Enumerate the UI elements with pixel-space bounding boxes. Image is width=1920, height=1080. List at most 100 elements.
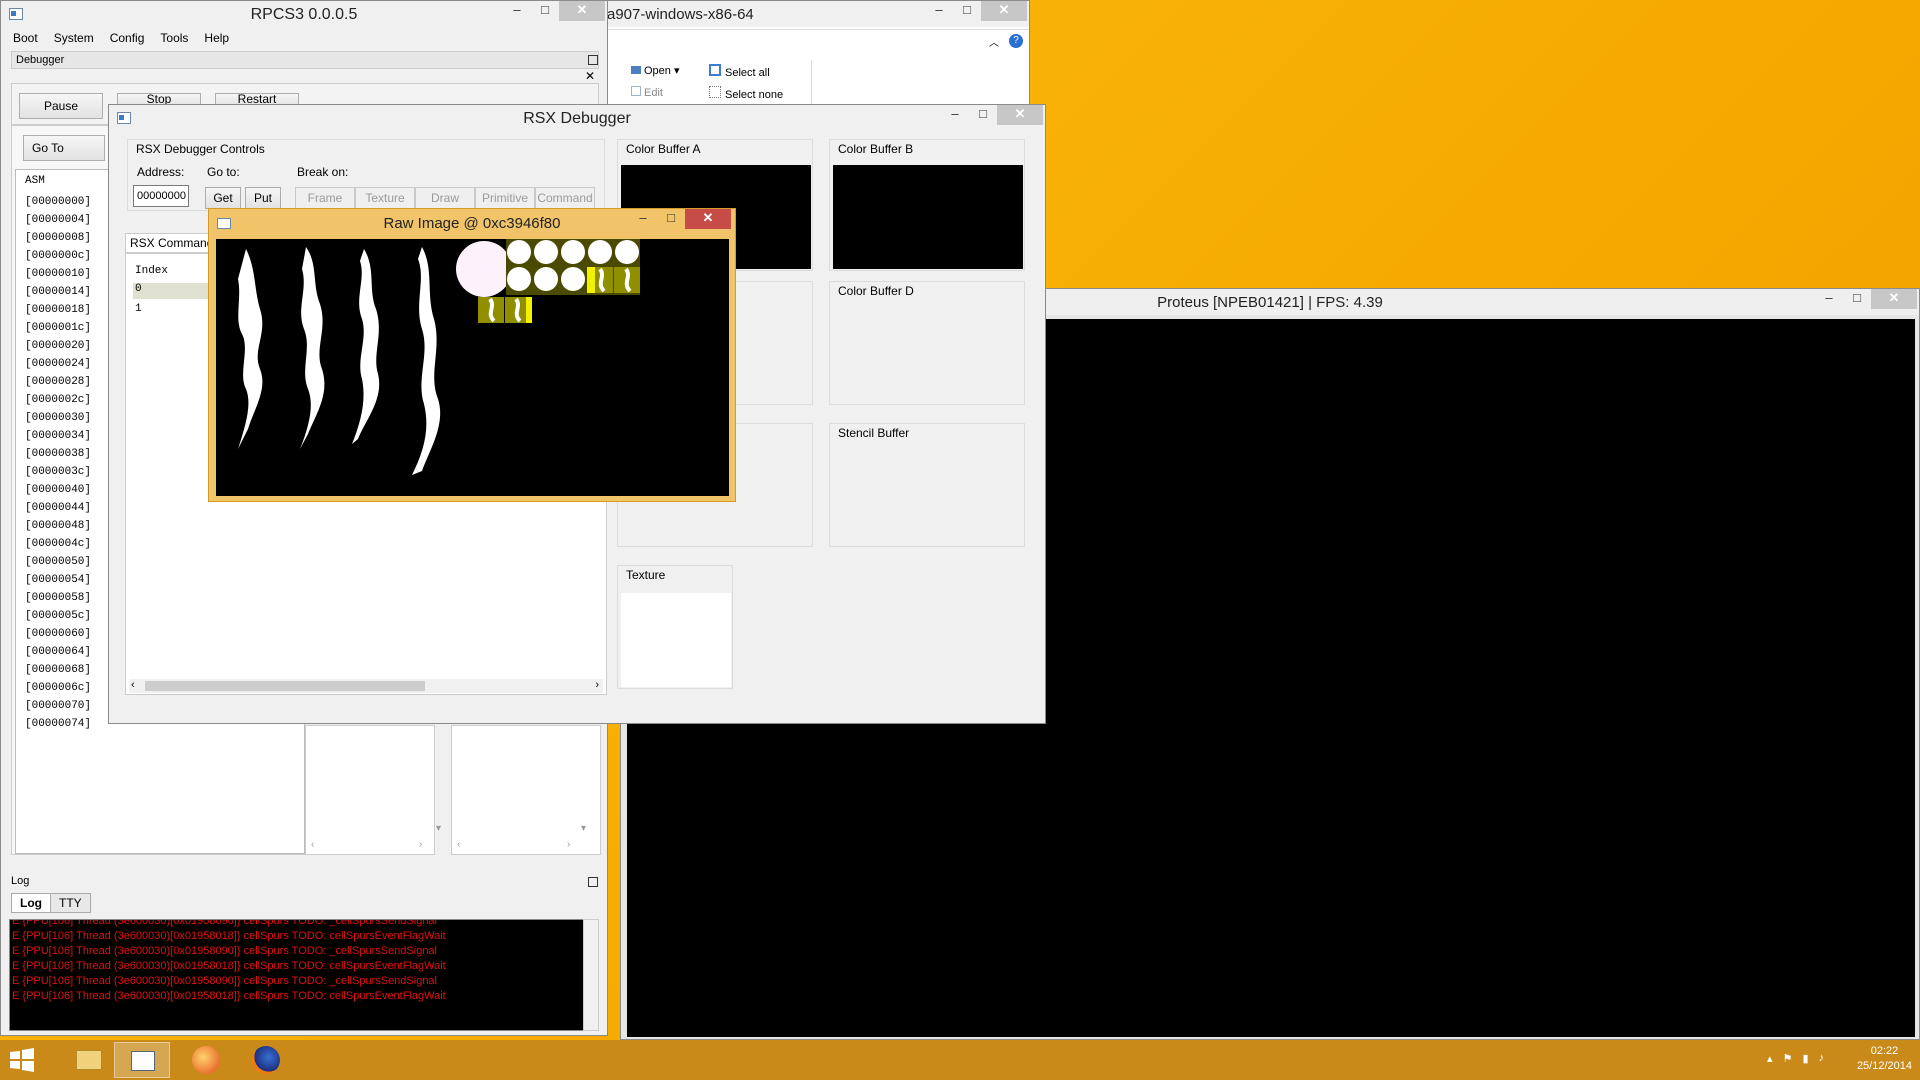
tray-chevron-icon[interactable]: ▴ xyxy=(1767,1052,1773,1065)
asm-row[interactable]: [00000034] xyxy=(25,427,115,445)
menu-config[interactable]: Config xyxy=(102,29,153,49)
scroll-right-icon[interactable]: › xyxy=(595,679,599,691)
menu-boot[interactable]: Boot xyxy=(5,29,46,49)
maximize-icon[interactable]: □ xyxy=(969,105,997,125)
address-input[interactable] xyxy=(133,185,189,207)
scroll-left-icon[interactable]: ‹ xyxy=(311,839,314,850)
scroll-left-icon[interactable]: ‹ xyxy=(457,839,460,850)
put-button[interactable]: Put xyxy=(245,187,281,209)
scroll-left-icon[interactable]: ‹ xyxy=(131,679,135,691)
close-icon[interactable]: ✕ xyxy=(997,105,1043,125)
go-to-address-button[interactable]: Go To Addres xyxy=(23,135,105,161)
scrollbar-thumb[interactable] xyxy=(145,681,425,691)
asm-row[interactable]: [00000000] xyxy=(25,193,115,211)
asm-row[interactable]: [00000064] xyxy=(25,643,115,661)
ribbon-collapse-icon[interactable]: ︿ xyxy=(989,34,999,49)
index-row[interactable]: 1 xyxy=(135,303,142,315)
scroll-right-icon[interactable]: › xyxy=(567,839,570,850)
close-icon[interactable]: ✕ xyxy=(981,1,1027,21)
rsx-commands-hscrollbar[interactable]: ‹ › xyxy=(129,679,603,693)
asm-row[interactable]: [00000038] xyxy=(25,445,115,463)
log-scrollbar[interactable] xyxy=(583,919,599,1031)
asm-row[interactable]: [00000014] xyxy=(25,283,115,301)
close-icon[interactable]: ✕ xyxy=(1871,289,1917,309)
close-icon[interactable]: ✕ xyxy=(559,1,605,21)
pause-button[interactable]: Pause xyxy=(19,93,103,119)
asm-row[interactable]: [00000054] xyxy=(25,571,115,589)
menu-help[interactable]: Help xyxy=(196,29,237,49)
scroll-arrow-icon[interactable]: ▾ xyxy=(581,823,586,834)
break-command-button[interactable]: Command xyxy=(535,187,595,209)
open-button[interactable]: Open ▾ xyxy=(631,64,680,77)
raw-image-canvas[interactable] xyxy=(216,239,729,496)
asm-row[interactable]: [0000006c] xyxy=(25,679,115,697)
asm-row[interactable]: [00000024] xyxy=(25,355,115,373)
asm-row[interactable]: [00000048] xyxy=(25,517,115,535)
game-taskbar-icon[interactable] xyxy=(178,1042,234,1078)
select-all-button[interactable]: Select all xyxy=(709,64,770,79)
scroll-arrow-icon[interactable]: ▾ xyxy=(436,823,441,834)
volume-icon[interactable]: ♪ xyxy=(1819,1052,1825,1065)
select-none-button[interactable]: Select none xyxy=(709,86,783,101)
asm-row[interactable]: [0000004c] xyxy=(25,535,115,553)
asm-row[interactable]: [00000040] xyxy=(25,481,115,499)
close-icon[interactable]: ✕ xyxy=(685,209,731,229)
maximize-icon[interactable]: □ xyxy=(1843,289,1871,309)
minimize-icon[interactable]: – xyxy=(503,1,531,21)
asm-row[interactable]: [00000020] xyxy=(25,337,115,355)
minimize-icon[interactable]: – xyxy=(941,105,969,125)
action-center-icon[interactable]: ⚑ xyxy=(1783,1052,1793,1065)
file-explorer-icon[interactable] xyxy=(60,1042,116,1078)
windows-start-icon[interactable] xyxy=(0,1042,56,1078)
asm-row[interactable]: [00000058] xyxy=(25,589,115,607)
scroll-right-icon[interactable]: › xyxy=(419,839,422,850)
color-buffer-b-image[interactable] xyxy=(833,165,1023,269)
asm-row[interactable]: [00000028] xyxy=(25,373,115,391)
register-panel-2 xyxy=(451,725,601,855)
asm-row[interactable]: [00000070] xyxy=(25,697,115,715)
firefox-icon[interactable] xyxy=(238,1042,294,1078)
network-icon[interactable]: ▮ xyxy=(1802,1052,1808,1065)
asm-row[interactable]: [00000004] xyxy=(25,211,115,229)
maximize-icon[interactable]: □ xyxy=(657,209,685,229)
break-frame-button[interactable]: Frame xyxy=(295,187,355,209)
minimize-icon[interactable]: – xyxy=(925,1,953,21)
asm-row[interactable]: [0000003c] xyxy=(25,463,115,481)
asm-row[interactable]: [00000030] xyxy=(25,409,115,427)
maximize-icon[interactable]: □ xyxy=(531,1,559,21)
asm-row[interactable]: [00000008] xyxy=(25,229,115,247)
minimize-icon[interactable]: – xyxy=(629,209,657,229)
break-texture-button[interactable]: Texture xyxy=(355,187,415,209)
asm-row[interactable]: [0000005c] xyxy=(25,607,115,625)
asm-row[interactable]: [00000018] xyxy=(25,301,115,319)
asm-row[interactable]: [00000044] xyxy=(25,499,115,517)
dock-float-icon[interactable] xyxy=(588,877,598,887)
asm-row[interactable]: [0000002c] xyxy=(25,391,115,409)
asm-row[interactable]: [00000068] xyxy=(25,661,115,679)
minimize-icon[interactable]: – xyxy=(1815,289,1843,309)
dock-float-icon[interactable] xyxy=(588,55,598,65)
tray-area: ▴ ⚑ ▮ ♪ xyxy=(1767,1052,1824,1065)
texture-image[interactable] xyxy=(621,593,731,687)
tray-clock[interactable]: 02:22 25/12/2014 xyxy=(1857,1044,1912,1074)
break-draw-button[interactable]: Draw xyxy=(415,187,475,209)
break-primitive-button[interactable]: Primitive xyxy=(475,187,535,209)
get-button[interactable]: Get xyxy=(205,187,241,209)
maximize-icon[interactable]: □ xyxy=(953,1,981,21)
menu-system[interactable]: System xyxy=(46,29,102,49)
menu-tools[interactable]: Tools xyxy=(152,29,196,49)
raw-image-texture xyxy=(238,239,640,475)
asm-row[interactable]: [00000060] xyxy=(25,625,115,643)
asm-row[interactable]: [00000074] xyxy=(25,715,115,733)
asm-row[interactable]: [0000001c] xyxy=(25,319,115,337)
help-icon[interactable]: ? xyxy=(1009,34,1023,48)
asm-row[interactable]: [00000050] xyxy=(25,553,115,571)
tab-log[interactable]: Log xyxy=(11,893,51,913)
rsx-commands-tab[interactable]: RSX Command xyxy=(125,233,215,253)
edit-button[interactable]: Edit xyxy=(631,86,663,99)
tab-tty[interactable]: TTY xyxy=(51,893,91,913)
rpcs3-taskbar-icon[interactable] xyxy=(114,1042,170,1078)
debugger-close-icon[interactable]: ✕ xyxy=(585,69,595,83)
asm-row[interactable]: [0000000c] xyxy=(25,247,115,265)
asm-row[interactable]: [00000010] xyxy=(25,265,115,283)
